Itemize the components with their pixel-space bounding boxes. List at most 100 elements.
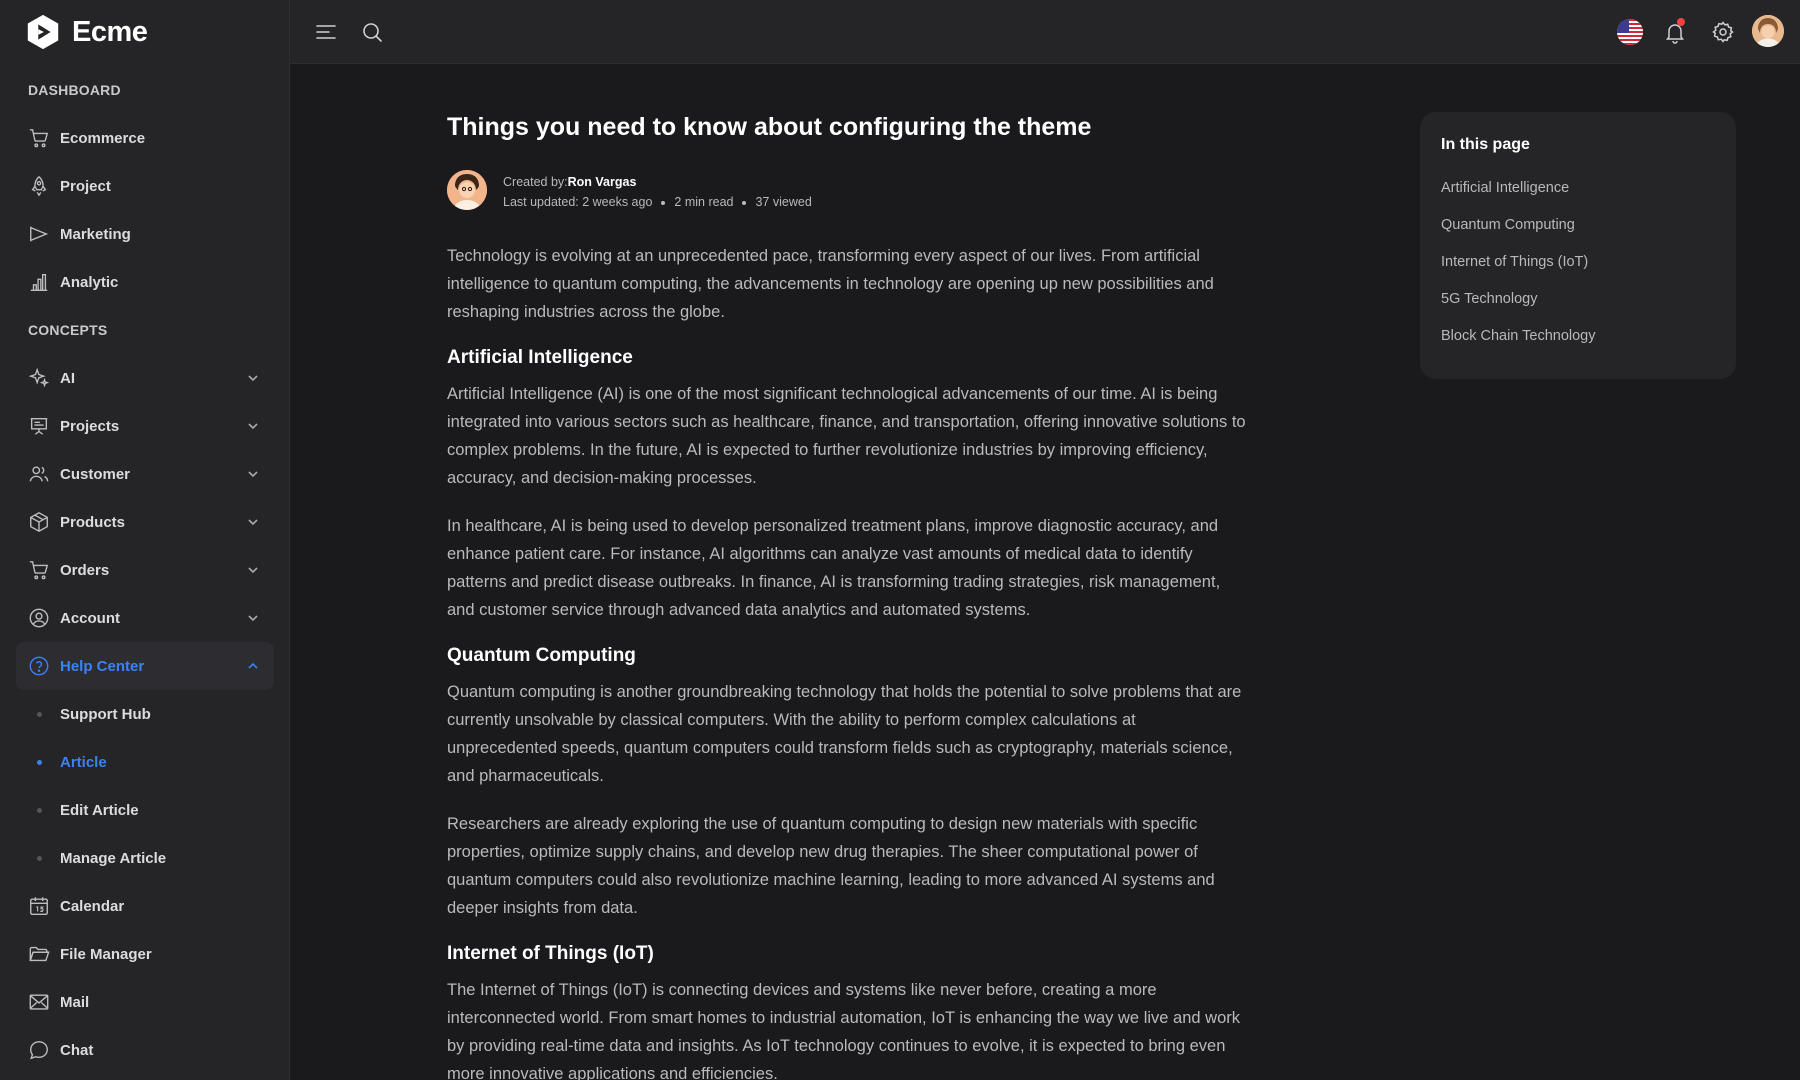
sidebar-item-projects[interactable]: Projects xyxy=(0,402,274,450)
sidebar-item-customer[interactable]: Customer xyxy=(0,450,274,498)
toc-title: In this page xyxy=(1441,136,1530,153)
sidebar-item-marketing[interactable]: Marketing xyxy=(0,210,274,258)
sidebar-item-account[interactable]: Account xyxy=(0,594,274,642)
sidebar-item-label: Customer xyxy=(60,465,131,483)
gear-icon[interactable] xyxy=(1711,20,1735,44)
menu-icon[interactable] xyxy=(314,20,338,44)
sidebar-item-calendar[interactable]: Calendar xyxy=(0,882,274,930)
article: Things you need to know about configurin… xyxy=(447,100,1247,1080)
mail-icon xyxy=(28,991,50,1013)
users-icon xyxy=(28,463,50,485)
article-intro: Technology is evolving at an unprecedent… xyxy=(447,247,1214,321)
author-name[interactable]: Ron Vargas xyxy=(568,175,637,189)
sidebar-item-label: AI xyxy=(60,369,75,387)
rocket-icon xyxy=(28,175,50,197)
ecme-logo-icon xyxy=(27,14,59,50)
bullet-dot-icon xyxy=(37,808,42,813)
author-avatar[interactable] xyxy=(447,170,487,210)
user-circle-icon xyxy=(28,607,50,629)
sidebar-item-label: Marketing xyxy=(60,225,131,243)
presentation-icon xyxy=(28,415,50,437)
sidebar-item-chat[interactable]: Chat xyxy=(0,1026,274,1074)
section-paragraph: Researchers are already exploring the us… xyxy=(447,815,1215,917)
sidebar-item-label: Manage Article xyxy=(60,849,167,867)
sidebar-item-ai[interactable]: AI xyxy=(0,354,274,402)
cart-icon xyxy=(28,127,50,149)
chevron-down-icon xyxy=(248,615,258,622)
chevron-down-icon xyxy=(248,567,258,574)
section-heading: Quantum Computing xyxy=(447,645,636,666)
toc-list: Artificial Intelligence Quantum Computin… xyxy=(1441,170,1715,355)
app-logo[interactable]: Ecme xyxy=(24,12,148,52)
sidebar-item-label: Orders xyxy=(60,561,110,579)
sidebar-item-label: File Manager xyxy=(60,945,152,963)
section-paragraph: The Internet of Things (IoT) is connecti… xyxy=(447,981,1240,1080)
author-line: Created by:Ron Vargas xyxy=(503,175,636,189)
sidebar-item-label: Mail xyxy=(60,993,90,1011)
sidebar-subitem-support-hub[interactable]: Support Hub xyxy=(0,690,290,738)
search-icon[interactable] xyxy=(360,20,384,44)
section-heading: Internet of Things (IoT) xyxy=(447,943,654,964)
chevron-up-icon xyxy=(248,662,258,669)
section-heading: Artificial Intelligence xyxy=(447,347,633,368)
sidebar-nav: DASHBOARD Ecommerce Project Marketing An… xyxy=(0,66,290,1074)
sidebar-item-project[interactable]: Project xyxy=(0,162,274,210)
sidebar-item-ecommerce[interactable]: Ecommerce xyxy=(0,114,274,162)
megaphone-icon xyxy=(28,223,50,245)
section-paragraph: Quantum computing is another groundbreak… xyxy=(447,683,1242,785)
separator-dot xyxy=(661,200,666,205)
sparkle-icon xyxy=(28,367,50,389)
last-updated: Last updated: 2 weeks ago xyxy=(503,195,653,209)
box-icon xyxy=(28,511,50,533)
notification-dot xyxy=(1677,18,1685,26)
cart-icon xyxy=(28,559,50,581)
sidebar-item-analytic[interactable]: Analytic xyxy=(0,258,274,306)
toc-link[interactable]: Artificial Intelligence xyxy=(1441,170,1715,207)
sidebar-item-label: Help Center xyxy=(60,657,145,675)
bullet-dot-icon xyxy=(37,760,42,765)
sidebar: Ecme DASHBOARD Ecommerce Project Marketi… xyxy=(0,0,290,1080)
read-time: 2 min read xyxy=(674,195,734,209)
sidebar-item-label: Edit Article xyxy=(60,801,139,819)
sidebar-item-label: Project xyxy=(60,177,111,195)
app-name: Ecme xyxy=(72,15,148,48)
sidebar-subitem-manage-article[interactable]: Manage Article xyxy=(0,834,290,882)
created-by-label: Created by: xyxy=(503,175,568,189)
sidebar-item-label: Chat xyxy=(60,1041,94,1059)
sidebar-item-products[interactable]: Products xyxy=(0,498,274,546)
avatar[interactable] xyxy=(1752,15,1784,47)
article-meta: Created by:Ron Vargas Last updated: 2 we… xyxy=(447,164,1247,234)
chevron-down-icon xyxy=(248,471,258,478)
sidebar-item-label: Calendar xyxy=(60,897,125,915)
chevron-down-icon xyxy=(248,519,258,526)
chevron-down-icon xyxy=(248,375,258,382)
chat-icon xyxy=(28,1039,50,1061)
toc-link[interactable]: Quantum Computing xyxy=(1441,207,1715,244)
sidebar-item-orders[interactable]: Orders xyxy=(0,546,274,594)
toc-link[interactable]: Block Chain Technology xyxy=(1441,318,1715,355)
calendar-icon xyxy=(28,895,50,917)
toc-link[interactable]: 5G Technology xyxy=(1441,281,1715,318)
sidebar-item-label: Products xyxy=(60,513,126,531)
chevron-down-icon xyxy=(248,423,258,430)
sidebar-item-file-manager[interactable]: File Manager xyxy=(0,930,274,978)
top-bar xyxy=(290,0,1800,64)
view-count: 37 viewed xyxy=(755,195,812,209)
help-circle-icon xyxy=(28,655,50,677)
nav-heading-concepts: CONCEPTS xyxy=(28,322,108,338)
sidebar-item-label: Projects xyxy=(60,417,120,435)
sidebar-item-label: Account xyxy=(60,609,120,627)
sidebar-subitem-edit-article[interactable]: Edit Article xyxy=(0,786,290,834)
sidebar-item-mail[interactable]: Mail xyxy=(0,978,274,1026)
us-flag-icon[interactable] xyxy=(1617,19,1643,45)
section-paragraph: In healthcare, AI is being used to devel… xyxy=(447,517,1221,619)
article-title: Things you need to know about configurin… xyxy=(447,113,1092,141)
sidebar-subitem-article[interactable]: Article xyxy=(0,738,290,786)
bar-chart-icon xyxy=(28,271,50,293)
sidebar-item-label: Support Hub xyxy=(60,705,151,723)
toc-link[interactable]: Internet of Things (IoT) xyxy=(1441,244,1715,281)
nav-heading-dashboard: DASHBOARD xyxy=(28,82,121,98)
folder-icon xyxy=(28,943,50,965)
sidebar-item-help-center[interactable]: Help Center xyxy=(16,642,274,690)
bullet-dot-icon xyxy=(37,712,42,717)
